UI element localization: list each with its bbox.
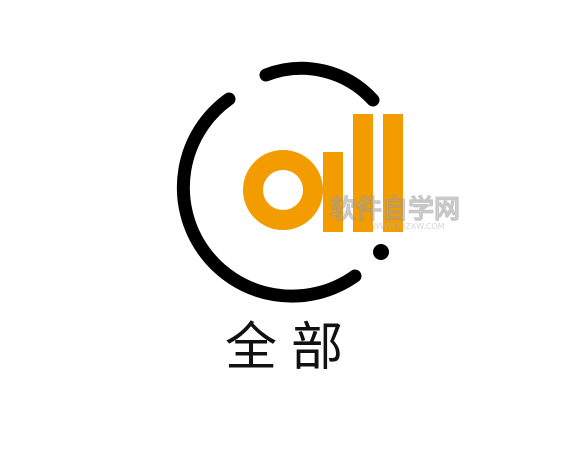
- call-logo-graphic: 软件自学网 WWW.RJZXW.COM: [176, 61, 461, 303]
- logo-canvas: 软件自学网 WWW.RJZXW.COM 全部: [0, 0, 582, 453]
- watermark-title: 软件自学网: [330, 194, 460, 225]
- watermark-url: WWW.RJZXW.COM: [372, 222, 445, 231]
- all-wordmark: [243, 150, 323, 230]
- ring-dot: [373, 244, 389, 260]
- caption-text: 全部: [224, 318, 357, 378]
- watermark: 软件自学网 WWW.RJZXW.COM: [330, 194, 461, 231]
- ring-arc-top: [259, 61, 380, 107]
- letter-a-bowl: [243, 150, 323, 230]
